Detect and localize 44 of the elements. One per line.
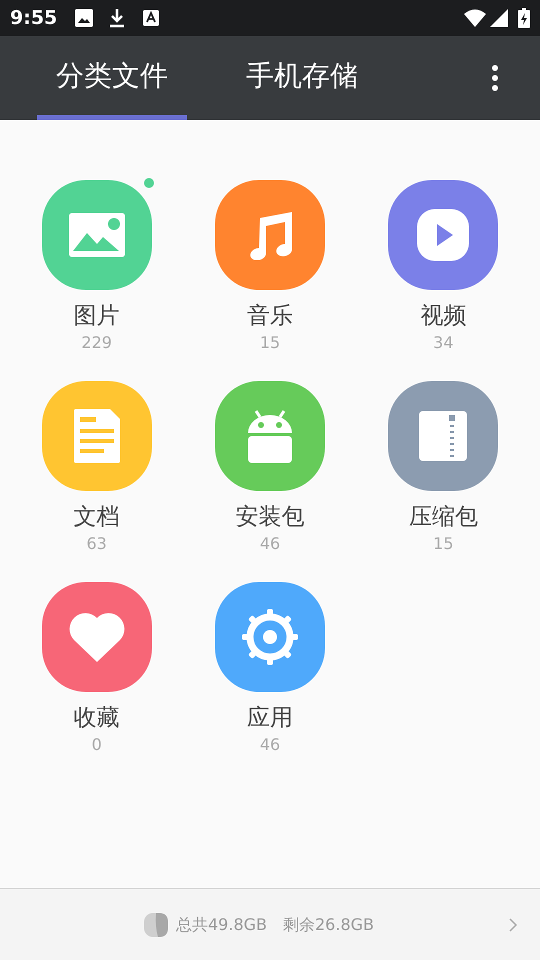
- category-label: 应用: [246, 704, 293, 733]
- category-icon[interactable]: [42, 381, 152, 491]
- image-icon: [68, 213, 125, 257]
- category-icon[interactable]: [214, 180, 325, 290]
- signal-icon: [490, 9, 508, 27]
- category-count: 34: [433, 332, 454, 354]
- wifi-icon: [464, 9, 486, 27]
- category-icon[interactable]: [214, 381, 325, 491]
- category-icon[interactable]: [42, 180, 152, 290]
- download-icon: [109, 8, 126, 28]
- chevron-right-icon: [508, 916, 518, 932]
- document-icon: [74, 409, 120, 463]
- tab[interactable]: 分类文件: [37, 36, 187, 120]
- category-label: 音乐: [246, 302, 293, 331]
- gear-icon: [240, 607, 300, 667]
- clock: 9:55: [10, 6, 58, 31]
- category-label: 收藏: [74, 704, 120, 733]
- heart-icon: [68, 612, 126, 662]
- category-label: 图片: [74, 302, 120, 331]
- play-icon: [417, 209, 470, 261]
- storage-free: 剩余26.8GB: [283, 914, 374, 936]
- pie-icon: [144, 912, 168, 936]
- category-count: 15: [260, 332, 280, 354]
- category-count: 63: [86, 533, 107, 555]
- category-icon[interactable]: [388, 381, 498, 491]
- archive-icon: [419, 411, 468, 461]
- category-label: 安装包: [235, 503, 304, 532]
- android-icon: [246, 409, 294, 463]
- category-label: 文档: [74, 503, 120, 532]
- category-label: 压缩包: [408, 503, 478, 532]
- storage-total: 总共49.8GB: [176, 914, 267, 936]
- category-count: 46: [260, 533, 280, 555]
- category-icon[interactable]: [214, 582, 325, 692]
- category-icon[interactable]: [388, 180, 498, 290]
- category-icon[interactable]: [42, 582, 152, 692]
- category-count: 229: [81, 332, 112, 354]
- category-label: 视频: [420, 302, 466, 331]
- category-count: 15: [433, 533, 454, 555]
- image-icon: [75, 9, 94, 27]
- battery-icon: [518, 8, 530, 28]
- tab[interactable]: 手机存储: [227, 36, 377, 120]
- category-count: 46: [260, 734, 280, 756]
- category-count: 0: [92, 734, 102, 756]
- font-icon: [143, 10, 160, 26]
